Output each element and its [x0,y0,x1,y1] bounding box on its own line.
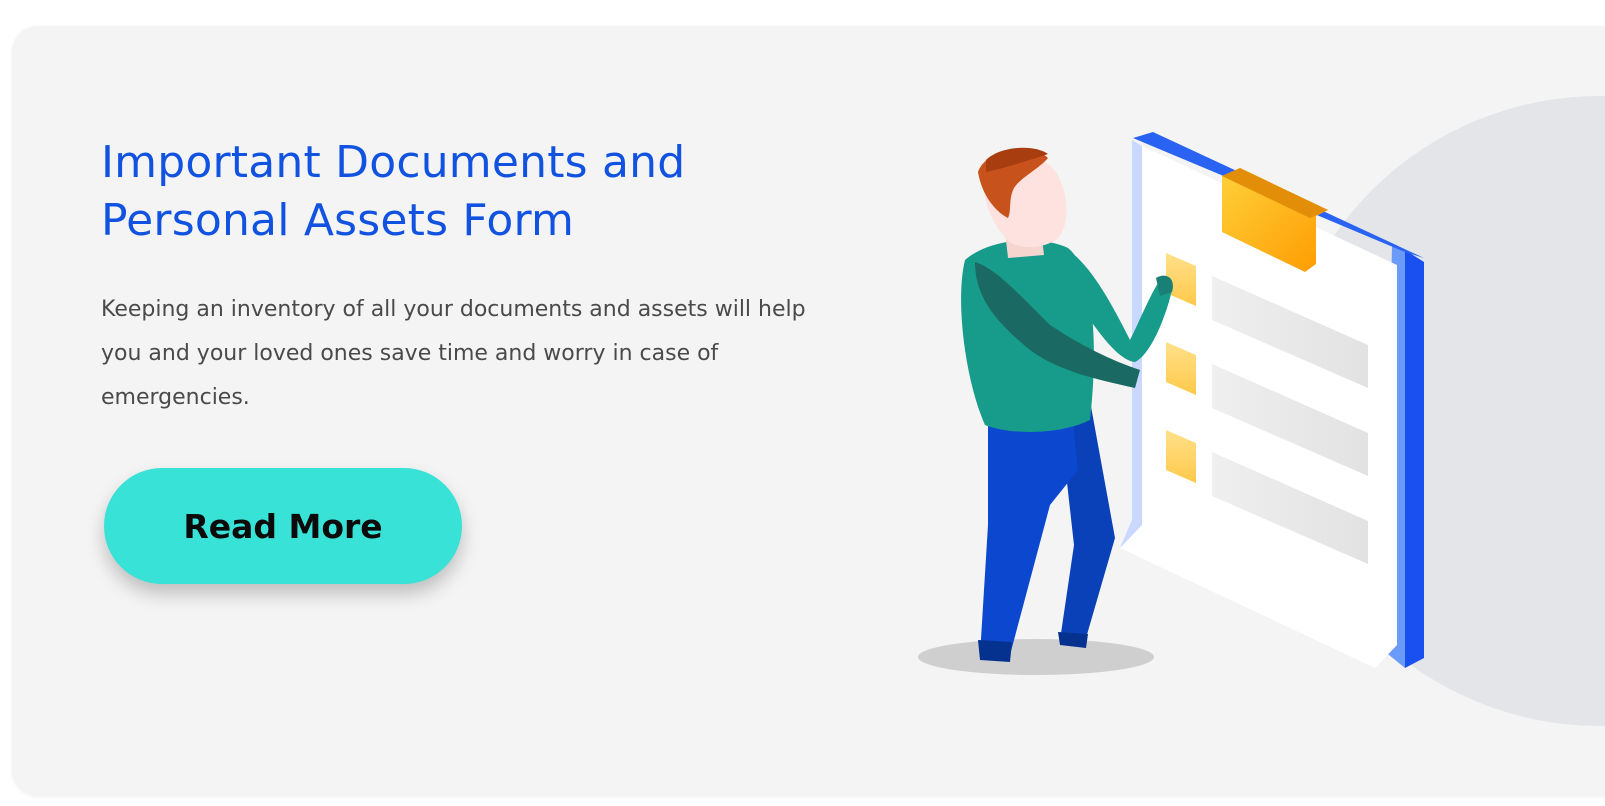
card-title: Important Documents and Personal Assets … [101,137,686,246]
feature-card: Important Documents and Personal Assets … [12,26,1605,796]
read-more-button[interactable]: Read More [104,468,462,584]
background-circle [1280,96,1605,726]
card-description: Keeping an inventory of all your documen… [101,297,806,410]
card-content: Important Documents and Personal Assets … [101,134,821,420]
